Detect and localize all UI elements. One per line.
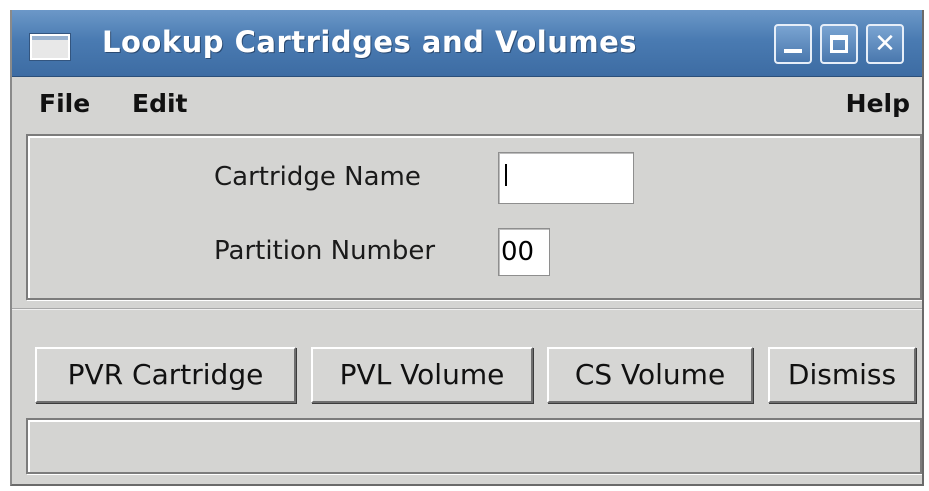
- text-cursor: [505, 164, 507, 186]
- dismiss-button[interactable]: Dismiss: [768, 347, 916, 403]
- window-icon[interactable]: [30, 34, 70, 60]
- lookup-fields-panel: Cartridge Name Partition Number: [26, 134, 922, 300]
- status-bar: [26, 418, 922, 474]
- pvl-volume-button[interactable]: PVL Volume: [311, 347, 533, 403]
- menu-file[interactable]: File: [39, 89, 90, 118]
- maximize-icon: [830, 35, 848, 53]
- partition-number-label: Partition Number: [214, 236, 436, 266]
- maximize-button[interactable]: [820, 24, 858, 64]
- cs-volume-button[interactable]: CS Volume: [547, 347, 753, 403]
- menu-edit[interactable]: Edit: [132, 89, 188, 118]
- partition-number-input[interactable]: [498, 228, 550, 276]
- cartridge-name-label: Cartridge Name: [214, 162, 421, 192]
- title-bar[interactable]: Lookup Cartridges and Volumes ✕: [12, 10, 922, 77]
- close-icon: ✕: [874, 29, 896, 59]
- close-button[interactable]: ✕: [866, 24, 904, 64]
- menu-bar: File Edit Help: [12, 77, 922, 129]
- cartridge-name-input[interactable]: [498, 152, 634, 204]
- separator: [12, 308, 922, 310]
- minimize-button[interactable]: [774, 24, 812, 64]
- minimize-icon: [784, 49, 802, 53]
- lookup-window: Lookup Cartridges and Volumes ✕ File Edi…: [10, 10, 924, 486]
- pvr-cartridge-button[interactable]: PVR Cartridge: [35, 347, 296, 403]
- window-title: Lookup Cartridges and Volumes: [102, 25, 637, 59]
- menu-help[interactable]: Help: [846, 89, 910, 118]
